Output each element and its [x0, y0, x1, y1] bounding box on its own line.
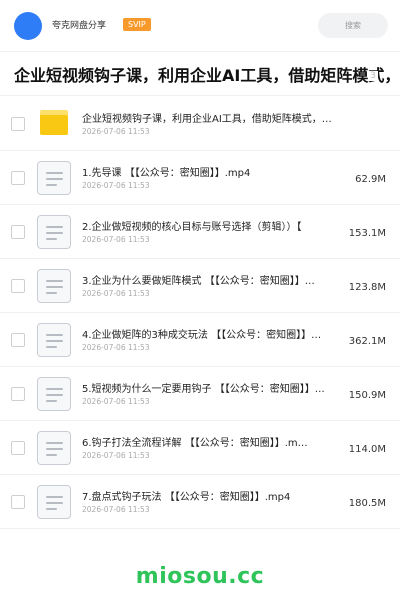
top-bar: 夸克网盘分享 SVIP 搜索: [0, 0, 400, 52]
list-item[interactable]: 3.企业为什么要做矩阵模式 【【公众号：密知圈】】… 2026-07-06 11…: [0, 259, 400, 313]
file-date: 2026-07-06 11:53: [82, 235, 150, 244]
list-item[interactable]: 1.先导课 【【公众号：密知圈】】.mp4 2026-07-06 11:53 6…: [0, 151, 400, 205]
watermark-text: miosou.cc: [135, 564, 265, 589]
file-date: 2026-07-06 11:53: [82, 343, 150, 352]
file-list: 企业短视频钩子课，利用企业AI工具，借助矩阵模式，… 2026-07-06 11…: [0, 97, 400, 529]
file-size: 114.0M: [348, 444, 386, 455]
select-checkbox[interactable]: [11, 279, 25, 293]
select-checkbox[interactable]: [11, 495, 25, 509]
list-item[interactable]: 6.钩子打法全流程详解 【【公众号：密知圈】】.m… 2026-07-06 11…: [0, 421, 400, 475]
file-name: 7.盘点式钩子玩法 【【公众号：密知圈】】.mp4: [82, 492, 291, 503]
select-checkbox[interactable]: [11, 387, 25, 401]
file-size: 153.1M: [348, 228, 386, 239]
list-item[interactable]: 4.企业做矩阵的3种成交玩法 【【公众号：密知圈】】… 2026-07-06 1…: [0, 313, 400, 367]
file-name: 1.先导课 【【公众号：密知圈】】.mp4: [82, 168, 251, 179]
list-item[interactable]: 2.企业做短视频的核心目标与账号选择（剪辑））【 2026-07-06 11:5…: [0, 205, 400, 259]
folder-title-row: 企业短视频钩子课，利用企业AI工具，借助矩阵模式，实现 3: [0, 54, 400, 96]
select-checkbox[interactable]: [11, 333, 25, 347]
file-date: 2026-07-06 11:53: [82, 451, 150, 460]
file-date: 2026-07-06 11:53: [82, 181, 150, 190]
video-file-icon: [37, 161, 71, 195]
select-checkbox[interactable]: [11, 225, 25, 239]
video-file-icon: [37, 485, 71, 519]
select-checkbox[interactable]: [11, 117, 25, 131]
sharer-avatar[interactable]: [14, 12, 42, 40]
file-date: 2026-07-06 11:53: [82, 397, 150, 406]
search-input[interactable]: 搜索: [318, 13, 388, 38]
file-date: 2026-07-06 11:53: [82, 505, 150, 514]
file-size: 180.5M: [348, 498, 386, 509]
video-file-icon: [37, 431, 71, 465]
video-file-icon: [37, 215, 71, 249]
file-size: 362.1M: [348, 336, 386, 347]
select-checkbox[interactable]: [11, 171, 25, 185]
svip-badge: SVIP: [123, 18, 151, 31]
folder-title: 企业短视频钩子课，利用企业AI工具，借助矩阵模式，实现: [14, 66, 400, 85]
file-size: 123.8M: [348, 282, 386, 293]
video-file-icon: [37, 269, 71, 303]
folder-icon: [37, 107, 71, 141]
sharer-name[interactable]: 夸克网盘分享: [52, 20, 106, 32]
list-item[interactable]: 企业短视频钩子课，利用企业AI工具，借助矩阵模式，… 2026-07-06 11…: [0, 97, 400, 151]
video-file-icon: [37, 377, 71, 411]
list-item[interactable]: 5.短视频为什么一定要用钩子 【【公众号：密知圈】】… 2026-07-06 1…: [0, 367, 400, 421]
folder-title-overflow: 3: [368, 71, 378, 81]
file-size: 62.9M: [355, 174, 386, 185]
file-name: 企业短视频钩子课，利用企业AI工具，借助矩阵模式，…: [82, 114, 332, 125]
file-date: 2026-07-06 11:53: [82, 127, 150, 136]
file-size: 150.9M: [348, 390, 386, 401]
select-checkbox[interactable]: [11, 441, 25, 455]
list-item[interactable]: 7.盘点式钩子玩法 【【公众号：密知圈】】.mp4 2026-07-06 11:…: [0, 475, 400, 529]
video-file-icon: [37, 323, 71, 357]
file-date: 2026-07-06 11:53: [82, 289, 150, 298]
